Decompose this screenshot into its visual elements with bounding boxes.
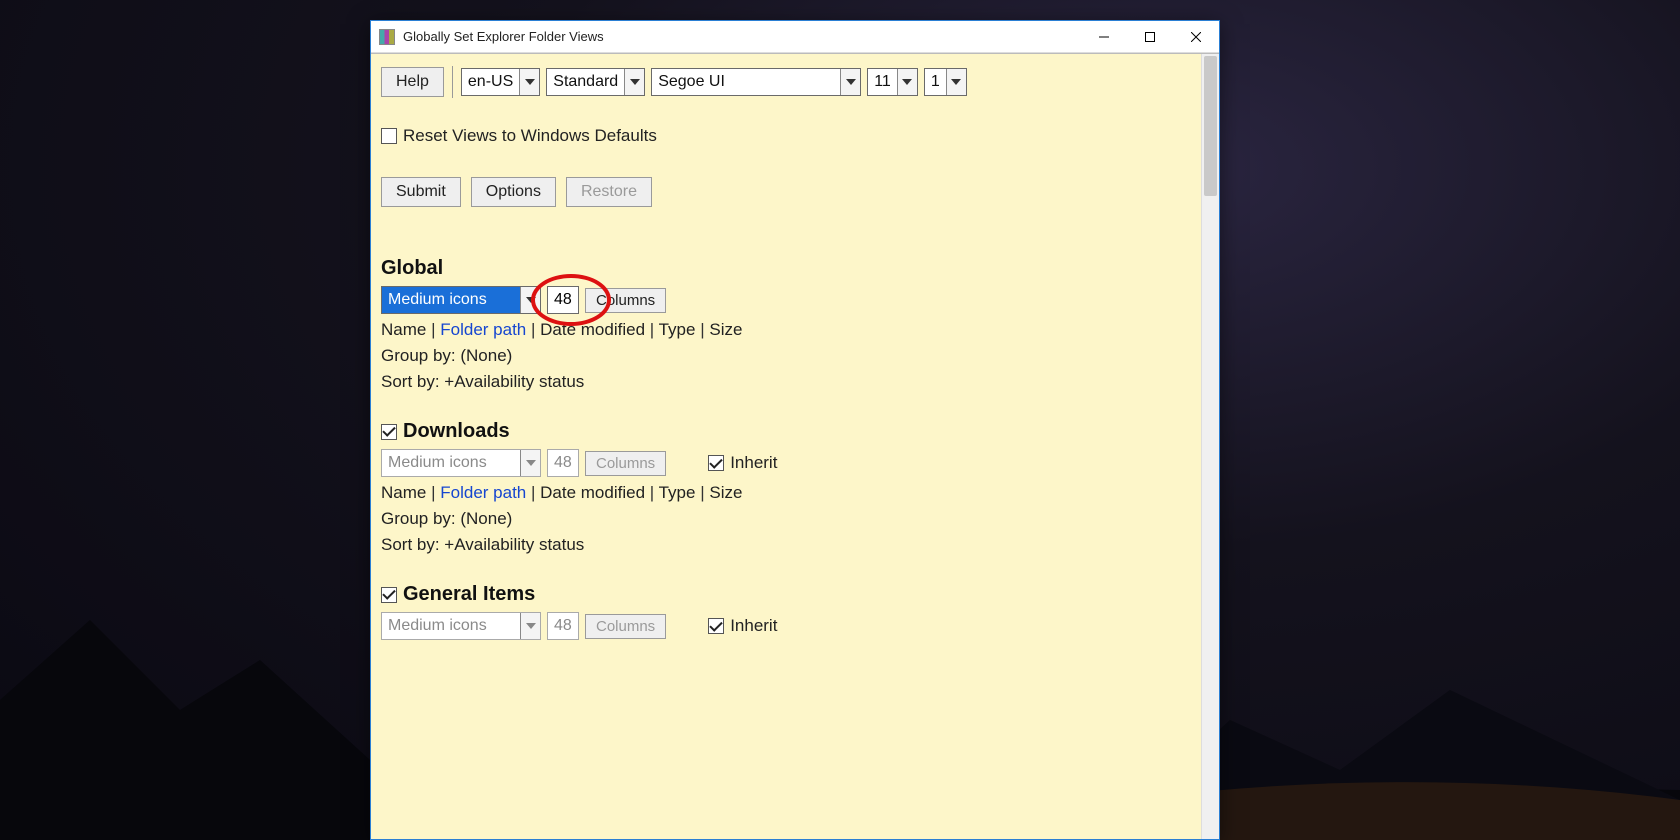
submit-button[interactable]: Submit [381,177,461,207]
downloads-heading: Downloads [381,420,1191,443]
global-sort-by: Sort by: +Availability status [381,372,1191,392]
checkbox-box [381,128,397,144]
chevron-down-icon [946,69,966,95]
general-columns-button[interactable]: Columns [585,614,666,639]
downloads-columns-line: Name | Folder path | Date modified | Typ… [381,483,1191,503]
options-button[interactable]: Options [471,177,556,207]
font-size-select[interactable]: 11 [867,68,918,96]
general-size-input[interactable]: 48 [547,612,579,640]
maximize-button[interactable] [1127,21,1173,53]
downloads-columns-button[interactable]: Columns [585,451,666,476]
downloads-enable-checkbox[interactable] [381,424,397,440]
font-select[interactable]: Segoe UI [651,68,861,96]
downloads-inherit-label: Inherit [730,453,777,473]
global-size-value: 48 [548,291,578,309]
general-enable-checkbox[interactable] [381,587,397,603]
vertical-scrollbar[interactable] [1201,54,1219,839]
scrollbar-thumb[interactable] [1204,56,1217,196]
checkbox-box [381,587,397,603]
chevron-down-icon [520,287,540,313]
downloads-size-input[interactable]: 48 [547,449,579,477]
scale-select[interactable]: 1 [924,68,967,96]
client-area: Help en-US Standard Segoe UI 11 [371,53,1219,839]
restore-button[interactable]: Restore [566,177,652,207]
global-heading: Global [381,257,1191,280]
app-icon [379,29,395,45]
downloads-title: Downloads [403,420,510,443]
style-select[interactable]: Standard [546,68,645,96]
scale-value: 1 [925,73,946,91]
toolbar-divider [452,66,453,98]
locale-select[interactable]: en-US [461,68,540,96]
general-view-value: Medium icons [382,617,520,635]
downloads-sort-by: Sort by: +Availability status [381,535,1191,555]
downloads-size-value: 48 [548,454,578,472]
minimize-button[interactable] [1081,21,1127,53]
font-value: Segoe UI [652,73,840,91]
general-title: General Items [403,583,535,606]
top-toolbar: Help en-US Standard Segoe UI 11 [381,66,1191,98]
general-inherit-checkbox[interactable]: Inherit [708,616,777,636]
global-view-value: Medium icons [382,291,520,309]
chevron-down-icon [520,450,540,476]
locale-value: en-US [462,73,519,91]
downloads-inherit-checkbox[interactable]: Inherit [708,453,777,473]
reset-defaults-label: Reset Views to Windows Defaults [403,126,657,146]
chevron-down-icon [624,69,644,95]
folder-path-link[interactable]: Folder path [440,483,526,502]
general-view-select[interactable]: Medium icons [381,612,541,640]
titlebar[interactable]: Globally Set Explorer Folder Views [371,21,1219,53]
global-columns-button[interactable]: Columns [585,288,666,313]
chevron-down-icon [519,69,539,95]
reset-defaults-checkbox[interactable]: Reset Views to Windows Defaults [381,126,657,146]
downloads-view-select[interactable]: Medium icons [381,449,541,477]
chevron-down-icon [520,613,540,639]
general-inherit-label: Inherit [730,616,777,636]
checkbox-box [708,618,724,634]
global-group-by: Group by: (None) [381,346,1191,366]
folder-path-link[interactable]: Folder path [440,320,526,339]
close-button[interactable] [1173,21,1219,53]
downloads-view-value: Medium icons [382,454,520,472]
global-columns-line: Name | Folder path | Date modified | Typ… [381,320,1191,340]
general-size-value: 48 [548,617,578,635]
help-button[interactable]: Help [381,67,444,97]
checkbox-box [708,455,724,471]
window-title: Globally Set Explorer Folder Views [403,29,1081,44]
global-size-input[interactable]: 48 [547,286,579,314]
app-window: Globally Set Explorer Folder Views Help … [370,20,1220,840]
chevron-down-icon [840,69,860,95]
downloads-group-by: Group by: (None) [381,509,1191,529]
chevron-down-icon [897,69,917,95]
general-heading: General Items [381,583,1191,606]
font-size-value: 11 [868,73,897,91]
checkbox-box [381,424,397,440]
style-value: Standard [547,73,624,91]
global-view-select[interactable]: Medium icons [381,286,541,314]
